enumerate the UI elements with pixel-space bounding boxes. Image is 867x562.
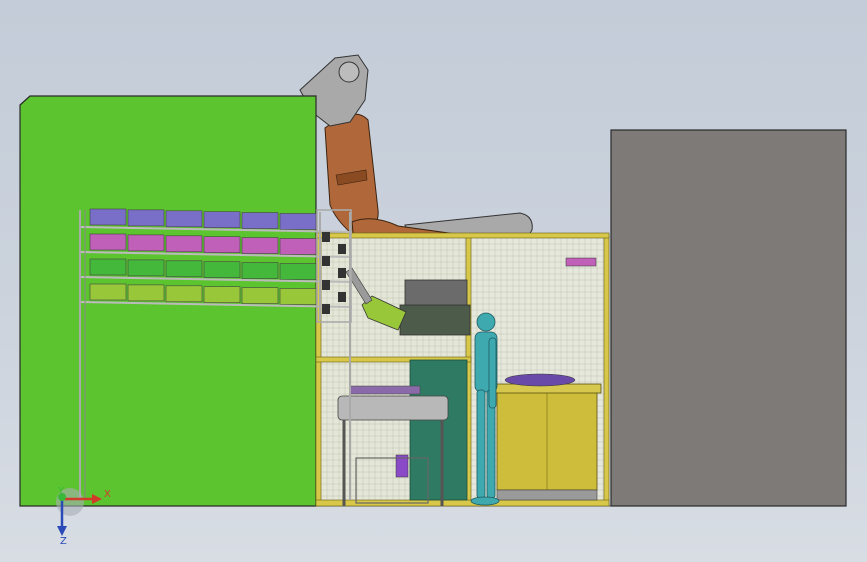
bin-row-magenta-4[interactable] bbox=[203, 236, 241, 253]
bin-row-magenta-3[interactable] bbox=[165, 235, 203, 253]
bin-row-lime-3[interactable] bbox=[165, 285, 203, 303]
frame-post-right bbox=[603, 235, 610, 507]
bin-row-green-2[interactable] bbox=[127, 259, 165, 277]
yellow-cabinet[interactable] bbox=[492, 373, 602, 501]
axis-y-label: Y bbox=[57, 486, 65, 497]
cabinet-foot bbox=[496, 489, 598, 501]
cabinet-items bbox=[504, 373, 576, 387]
axis-z-arrow bbox=[57, 526, 67, 536]
bin-row-green-3[interactable] bbox=[165, 260, 203, 278]
bin-row-lime-6[interactable] bbox=[279, 288, 317, 305]
gray-enclosure-panel[interactable] bbox=[610, 129, 847, 507]
mannequin-arm bbox=[488, 337, 497, 409]
bin-row-purple-3[interactable] bbox=[165, 210, 203, 228]
mannequin-leg-left bbox=[476, 389, 486, 499]
cad-viewport[interactable]: X Y Z bbox=[0, 0, 867, 562]
bin-row-purple-6[interactable] bbox=[279, 213, 317, 230]
bin-row-purple-1[interactable] bbox=[89, 208, 127, 226]
bin-row-purple-4[interactable] bbox=[203, 211, 241, 228]
table-top bbox=[337, 395, 449, 421]
bin-row-lime-4[interactable] bbox=[203, 286, 241, 304]
bin-row-green-4[interactable] bbox=[203, 261, 241, 279]
bin-row-purple-2[interactable] bbox=[127, 209, 165, 227]
bin-row-lime-5[interactable] bbox=[241, 287, 279, 304]
mannequin-head bbox=[476, 312, 496, 332]
bin-row-magenta-6[interactable] bbox=[279, 238, 317, 255]
bin-row-purple-5[interactable] bbox=[241, 212, 279, 229]
bin-row-lime-1[interactable] bbox=[89, 283, 127, 301]
bin-row-green-5[interactable] bbox=[241, 262, 279, 279]
teal-column bbox=[409, 359, 468, 501]
axis-x-label: X bbox=[104, 489, 111, 500]
sensor-top-right bbox=[565, 257, 597, 267]
bin-row-green-1[interactable] bbox=[89, 258, 127, 276]
robot-wrist-cap bbox=[338, 61, 360, 83]
mannequin-foot bbox=[470, 496, 500, 506]
bin-row-lime-2[interactable] bbox=[127, 284, 165, 302]
table-item bbox=[349, 385, 421, 395]
robot-base-plate bbox=[399, 304, 471, 336]
bin-row-magenta-1[interactable] bbox=[89, 233, 127, 251]
bin-row-green-6[interactable] bbox=[279, 263, 317, 280]
bin-row-magenta-5[interactable] bbox=[241, 237, 279, 254]
frame-top-beam bbox=[315, 232, 610, 239]
bin-row-magenta-2[interactable] bbox=[127, 234, 165, 252]
axis-z-label: Z bbox=[60, 536, 67, 547]
